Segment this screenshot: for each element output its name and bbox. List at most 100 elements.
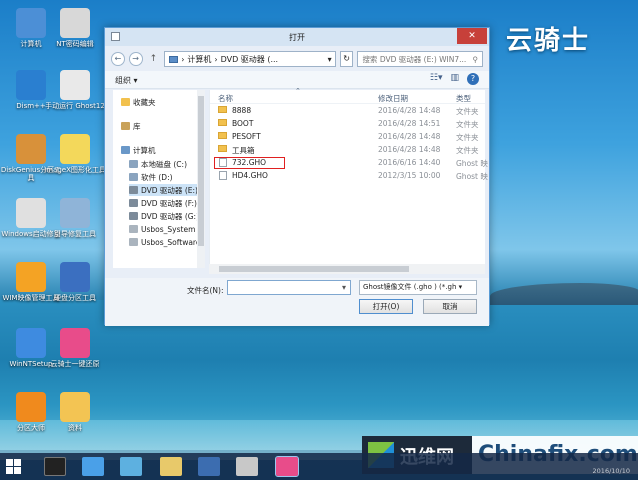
up-button[interactable]: ↑	[147, 52, 161, 66]
taskbar-drive-icon[interactable]	[236, 457, 258, 476]
nav-item-label: DVD 驱动器 (G:)	[141, 211, 200, 221]
nav-item[interactable]: Usbos_Software	[129, 236, 200, 248]
desktop-icon-label: 手动运行 Ghost12	[45, 102, 105, 110]
file-date: 2016/4/28 14:48	[378, 145, 441, 154]
breadcrumb-computer[interactable]: 计算机	[187, 54, 211, 65]
close-button[interactable]: ✕	[457, 28, 487, 44]
nav-item-label: DVD 驱动器 (E:)	[141, 185, 198, 195]
dialog-title: 打开	[289, 33, 305, 42]
file-type: 文件夹	[456, 133, 479, 142]
desktop-app-icon	[16, 392, 46, 422]
desktop-app-icon	[60, 262, 90, 292]
nav-item[interactable]: Usbos_System (	[129, 223, 201, 235]
desktop-app-icon	[16, 70, 46, 100]
file-row[interactable]: PESOFT 2016/4/28 14:48 文件夹	[210, 130, 485, 143]
column-name[interactable]: 名称	[218, 93, 233, 104]
desktop-icon[interactable]: NT密码编辑	[44, 8, 106, 48]
desktop-icon[interactable]: 手动运行 Ghost12	[44, 70, 106, 110]
nav-item[interactable]: 本地磁盘 (C:)	[129, 158, 187, 170]
taskbar-explorer-icon[interactable]	[160, 457, 182, 476]
taskbar-media-icon[interactable]	[198, 457, 220, 476]
address-bar[interactable]: › 计算机 › DVD 驱动器 (... ▾	[164, 51, 336, 67]
taskbar-yunqishi-icon[interactable]	[275, 456, 299, 477]
taskbar-apps-icon[interactable]	[120, 457, 142, 476]
file-type: Ghost 映	[456, 159, 488, 168]
address-dropdown-icon[interactable]: ▾	[328, 55, 335, 64]
forward-button[interactable]: →	[128, 52, 143, 66]
file-list-hscrollbar[interactable]	[209, 264, 485, 274]
nav-item-icon	[121, 98, 130, 106]
file-row[interactable]: 8888 2016/4/28 14:48 文件夹	[210, 104, 485, 117]
file-row[interactable]: 732.GHO 2016/6/16 14:40 Ghost 映	[210, 156, 488, 169]
file-row[interactable]: 工具箱 2016/4/28 14:48 文件夹	[210, 143, 485, 156]
nav-item-label: 本地磁盘 (C:)	[141, 159, 187, 169]
organize-menu[interactable]: 组织 ▾	[115, 75, 138, 86]
desktop-icon[interactable]: 硬盘分区工具	[44, 262, 106, 302]
nav-item[interactable]: 库	[121, 120, 141, 132]
nav-item-label: DVD 驱动器 (F:)	[141, 198, 197, 208]
breadcrumb-drive[interactable]: DVD 驱动器 (...	[221, 54, 279, 65]
file-name: 8888	[232, 106, 252, 115]
nav-item[interactable]: DVD 驱动器 (F:)	[129, 197, 197, 209]
desktop-icon[interactable]: 资料	[44, 392, 106, 432]
file-date: 2016/4/28 14:48	[378, 106, 441, 115]
cancel-button[interactable]: 取消	[423, 299, 477, 314]
file-type: Ghost 映	[456, 172, 488, 181]
taskbar-cmd-icon[interactable]	[44, 457, 66, 476]
desktop-icon[interactable]: ImageX图形化工具	[44, 134, 106, 174]
file-name: BOOT	[232, 119, 254, 128]
file-type: 文件夹	[456, 120, 479, 129]
dialog-titlebar[interactable]: 打开 ✕	[105, 28, 489, 46]
filename-input[interactable]: ▾	[227, 280, 351, 295]
taskbar-ie-icon[interactable]	[82, 457, 104, 476]
nav-item[interactable]: DVD 驱动器 (E:)	[129, 184, 205, 196]
navigation-pane: 收藏夹库计算机本地磁盘 (C:) 软件 (D:) DVD 驱动器 (E:) DVD 驱…	[113, 90, 205, 268]
start-button[interactable]	[6, 459, 22, 475]
column-type[interactable]: 类型	[456, 93, 471, 104]
file-row[interactable]: BOOT 2016/4/28 14:51 文件夹	[210, 117, 485, 130]
back-button[interactable]: ←	[111, 52, 125, 66]
desktop-icon[interactable]: 引导修复工具	[44, 198, 106, 238]
nav-item[interactable]: 计算机	[121, 144, 156, 156]
view-options-icon[interactable]: ☷▾	[430, 73, 443, 85]
nav-item-label: 软件 (D:)	[141, 172, 173, 182]
search-placeholder: 搜索 DVD 驱动器 (E:) WIN7...	[362, 54, 467, 64]
open-button[interactable]: 打开(O)	[359, 299, 413, 314]
search-input[interactable]: 搜索 DVD 驱动器 (E:) WIN7... ⚲	[357, 51, 483, 67]
brand-logo: 云骑士	[506, 26, 591, 56]
desktop-icon-label: 引导修复工具	[54, 230, 96, 238]
dialog-bottom: 文件名(N): ▾ Ghost镜像文件 (.gho ) (*.gh ▾ 打开(O…	[105, 278, 489, 326]
nav-item-icon	[129, 173, 138, 181]
search-icon: ⚲	[472, 54, 478, 64]
nav-item[interactable]: DVD 驱动器 (G:)	[129, 210, 199, 222]
nav-item-icon	[121, 122, 130, 130]
filename-label: 文件名(N):	[187, 286, 224, 295]
nav-scrollbar[interactable]	[197, 90, 205, 268]
column-date[interactable]: 修改日期	[378, 93, 408, 104]
desktop-app-icon	[60, 328, 90, 358]
desktop-icon[interactable]: 云骑士一键还原	[44, 328, 106, 368]
desktop-app-icon	[16, 328, 46, 358]
refresh-button[interactable]: ↻	[339, 51, 354, 67]
taskbar-date: 2016/10/10	[592, 467, 630, 475]
file-date: 2016/6/16 14:40	[378, 158, 441, 167]
file-date: 2012/3/15 10:00	[378, 171, 441, 180]
computer-icon	[169, 55, 179, 63]
file-name: PESOFT	[232, 132, 261, 141]
sort-chevron-icon: ⌃	[295, 87, 301, 95]
nav-item[interactable]: 收藏夹	[121, 96, 156, 108]
file-row[interactable]: HD4.GHO 2012/3/15 10:00 Ghost 映	[210, 169, 488, 182]
file-list-header: 名称 ⌃ 修改日期 类型	[210, 87, 485, 104]
filetype-select[interactable]: Ghost镜像文件 (.gho ) (*.gh ▾	[359, 280, 477, 295]
nav-item-label: Usbos_System (	[141, 224, 201, 234]
preview-pane-icon[interactable]: ▥	[450, 73, 459, 85]
nav-item[interactable]: 软件 (D:)	[129, 171, 173, 183]
desktop-app-icon	[60, 392, 90, 422]
nav-item-icon	[121, 146, 130, 154]
taskbar: 2016/10/10	[0, 453, 638, 480]
file-date: 2016/4/28 14:51	[378, 119, 441, 128]
folder-icon	[218, 132, 227, 139]
help-icon[interactable]: ?	[467, 73, 479, 85]
file-name: 工具箱	[232, 146, 255, 155]
nav-item-icon	[129, 225, 138, 233]
